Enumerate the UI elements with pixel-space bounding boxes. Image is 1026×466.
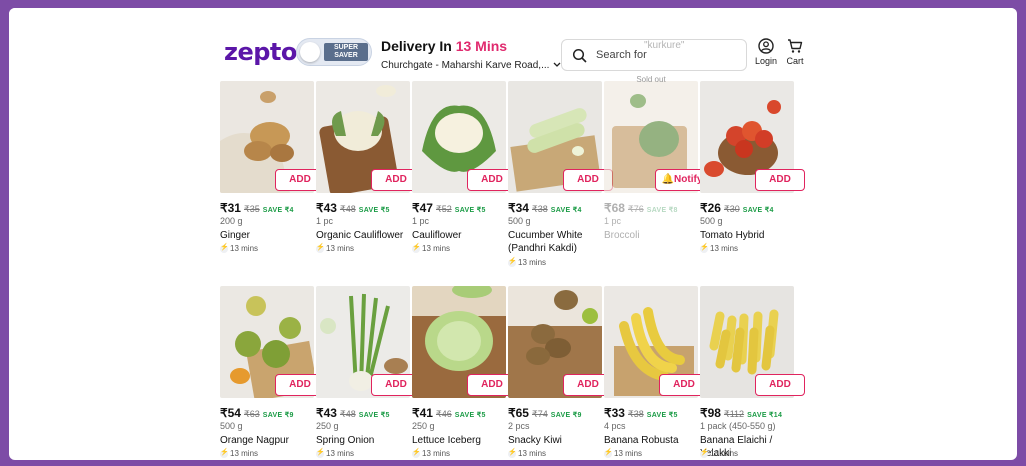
bolt-icon bbox=[508, 257, 517, 267]
bolt-icon bbox=[220, 448, 229, 458]
delivery-eta: 13 mins bbox=[508, 257, 546, 267]
delivery-title: Delivery In 13 Mins bbox=[381, 38, 508, 54]
bolt-icon bbox=[700, 448, 709, 458]
price-row: ₹31 ₹35 SAVE ₹4 bbox=[220, 201, 294, 215]
product-quantity: 1 pc bbox=[316, 216, 334, 226]
search-placeholder: Search for bbox=[596, 49, 647, 61]
product-quantity: 1 pc bbox=[604, 216, 622, 226]
delivery-eta: 13 mins bbox=[316, 448, 354, 458]
product-name[interactable]: Broccoli bbox=[604, 229, 700, 242]
delivery-eta: 13 mins bbox=[604, 448, 642, 458]
delivery-eta: 13 mins bbox=[412, 243, 450, 253]
toggle-knob bbox=[300, 42, 320, 62]
sold-out-label: Sold out bbox=[636, 75, 666, 84]
product-quantity: 200 g bbox=[220, 216, 243, 226]
super-saver-toggle[interactable]: SUPER SAVER bbox=[296, 38, 372, 66]
delivery-eta: 13 mins bbox=[220, 448, 258, 458]
product-quantity: 2 pcs bbox=[508, 421, 530, 431]
price-row: ₹98 ₹112 SAVE ₹14 bbox=[700, 406, 783, 420]
add-to-cart-button[interactable]: ADD bbox=[755, 169, 805, 191]
bolt-icon bbox=[700, 243, 709, 253]
price-row: ₹43 ₹48 SAVE ₹5 bbox=[316, 406, 390, 420]
product-name[interactable]: Cauliflower bbox=[412, 229, 508, 242]
product-quantity: 500 g bbox=[700, 216, 723, 226]
price-row: ₹34 ₹38 SAVE ₹4 bbox=[508, 201, 582, 215]
delivery-eta: 13 mins bbox=[508, 448, 546, 458]
search-bar[interactable]: Search for "kurkure" bbox=[561, 39, 747, 71]
add-to-cart-button[interactable]: ADD bbox=[755, 374, 805, 396]
product-name[interactable]: Ginger bbox=[220, 229, 316, 242]
product-name[interactable]: Lettuce Iceberg bbox=[412, 434, 508, 447]
delivery-info[interactable]: Delivery In 13 Mins Churchgate - Maharsh… bbox=[381, 38, 561, 71]
bolt-icon bbox=[508, 448, 517, 458]
product-quantity: 1 pc bbox=[412, 216, 430, 226]
delivery-eta: 13 mins bbox=[700, 243, 738, 253]
delivery-eta: 13 mins bbox=[220, 243, 258, 253]
price-row: ₹43 ₹48 SAVE ₹5 bbox=[316, 201, 390, 215]
product-name[interactable]: Spring Onion bbox=[316, 434, 412, 447]
price-row: ₹41 ₹46 SAVE ₹5 bbox=[412, 406, 486, 420]
bolt-icon bbox=[220, 243, 229, 253]
cart-label: Cart bbox=[786, 56, 804, 66]
product-quantity: 500 g bbox=[220, 421, 243, 431]
product-name[interactable]: Snacky Kiwi bbox=[508, 434, 604, 447]
product-quantity: 4 pcs bbox=[604, 421, 626, 431]
location-text: Churchgate - Maharshi Karve Road,... bbox=[381, 60, 550, 71]
delivery-time: 13 Mins bbox=[455, 38, 508, 54]
price-row: ₹65 ₹74 SAVE ₹9 bbox=[508, 406, 582, 420]
app-frame: zepto SUPER SAVER Delivery In 13 Mins Ch… bbox=[9, 8, 1017, 460]
product-quantity: 1 pack (450-550 g) bbox=[700, 421, 776, 431]
product-quantity: 250 g bbox=[316, 421, 339, 431]
bolt-icon bbox=[604, 448, 613, 458]
price-row: ₹33 ₹38 SAVE ₹5 bbox=[604, 406, 678, 420]
price-row: ₹47 ₹52 SAVE ₹5 bbox=[412, 201, 486, 215]
product-name[interactable]: Organic Cauliflower bbox=[316, 229, 412, 242]
price-row: ₹68 ₹76 SAVE ₹8 bbox=[604, 201, 678, 215]
zepto-logo[interactable]: zepto bbox=[224, 38, 297, 66]
cart-icon bbox=[778, 38, 812, 54]
product-name[interactable]: Tomato Hybrid bbox=[700, 229, 796, 242]
product-quantity: 500 g bbox=[508, 216, 531, 226]
price-row: ₹26 ₹30 SAVE ₹4 bbox=[700, 201, 774, 215]
delivery-eta: 13 mins bbox=[316, 243, 354, 253]
bolt-icon bbox=[412, 448, 421, 458]
price-row: ₹54 ₹63 SAVE ₹9 bbox=[220, 406, 294, 420]
cart-button[interactable]: Cart bbox=[778, 38, 812, 66]
product-name[interactable]: Cucumber White (Pandhri Kakdi) bbox=[508, 229, 604, 255]
location-selector[interactable]: Churchgate - Maharshi Karve Road,... bbox=[381, 60, 561, 71]
super-saver-label: SUPER SAVER bbox=[324, 43, 368, 61]
product-name[interactable]: Orange Nagpur bbox=[220, 434, 316, 447]
product-name[interactable]: Banana Robusta bbox=[604, 434, 700, 447]
top-header: zepto SUPER SAVER Delivery In 13 Mins Ch… bbox=[9, 8, 1017, 80]
search-hint: "kurkure" bbox=[644, 40, 685, 51]
delivery-eta: 13 mins bbox=[700, 448, 738, 458]
bolt-icon bbox=[412, 243, 421, 253]
bolt-icon bbox=[316, 243, 325, 253]
product-quantity: 250 g bbox=[412, 421, 435, 431]
bolt-icon bbox=[316, 448, 325, 458]
delivery-eta: 13 mins bbox=[412, 448, 450, 458]
search-icon bbox=[572, 48, 588, 64]
bell-icon: 🔔 bbox=[661, 174, 675, 185]
